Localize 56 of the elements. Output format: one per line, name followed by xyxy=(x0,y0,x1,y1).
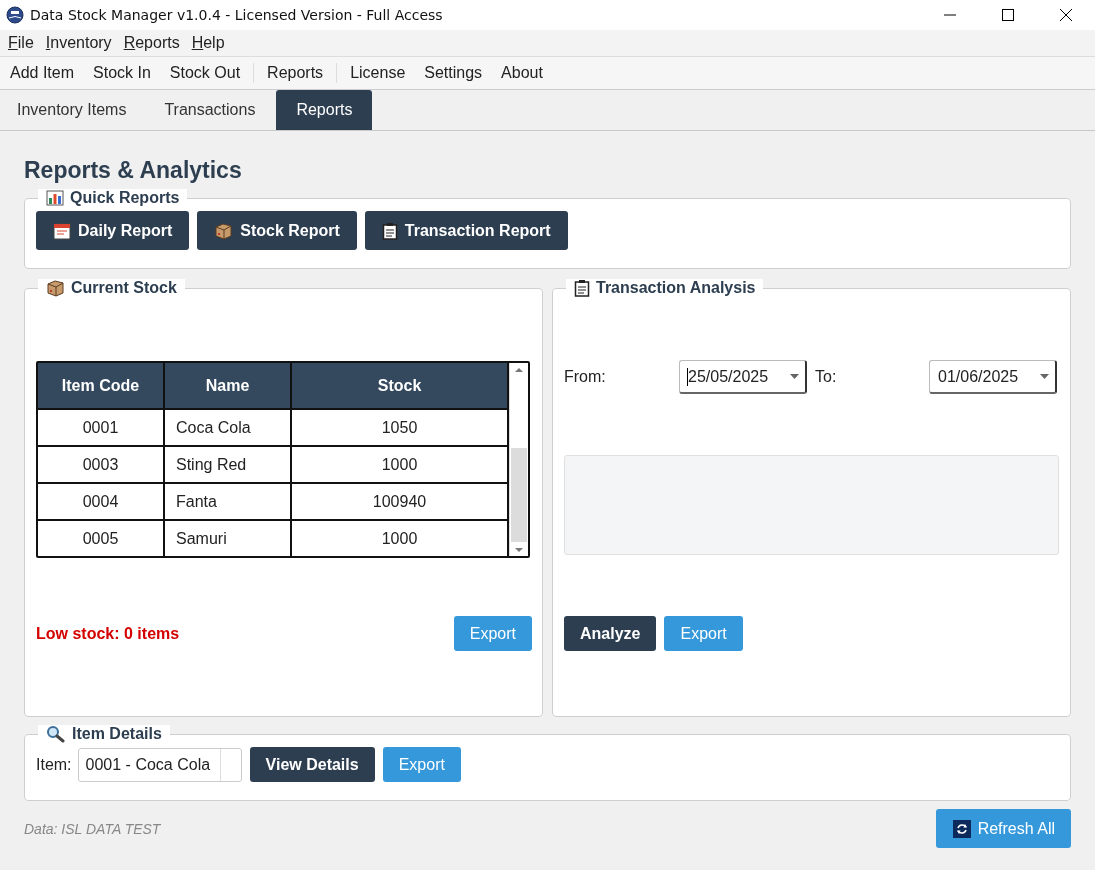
report-button[interactable]: Daily Report xyxy=(36,211,190,250)
table-cell: Coca Cola xyxy=(164,409,291,446)
dropdown-arrow-icon xyxy=(1040,373,1049,380)
menu-item[interactable]: Help xyxy=(191,34,225,52)
item-dropdown[interactable]: 0001 - Coca Cola xyxy=(77,747,242,782)
window-title: Data Stock Manager v1.0.4 - Licensed Version - Full Access xyxy=(30,7,443,23)
group-title: Quick Reports xyxy=(70,189,180,207)
date-picker[interactable]: 25/05/2025 xyxy=(679,360,807,394)
toolbar-item[interactable]: Settings xyxy=(424,64,483,82)
group-title: Current Stock xyxy=(71,279,177,297)
table-cell: Sting Red xyxy=(164,446,291,483)
menu-item[interactable]: Reports xyxy=(123,34,180,52)
dropdown-arrow-icon xyxy=(790,373,799,380)
tab[interactable]: Inventory Items xyxy=(0,90,148,130)
box-icon xyxy=(46,279,65,297)
table-cell: Fanta xyxy=(164,483,291,520)
table-cell: 100940 xyxy=(291,483,508,520)
table-cell: 1000 xyxy=(291,446,508,483)
app-logo-icon xyxy=(6,6,24,24)
toolbar-item[interactable]: Stock In xyxy=(93,64,151,82)
column-header[interactable]: Stock xyxy=(291,363,508,409)
low-stock-text: Low stock: 0 items xyxy=(36,624,180,643)
date-picker[interactable]: 01/06/2025 xyxy=(929,360,1057,394)
refresh-icon xyxy=(952,819,971,838)
group-title: Item Details xyxy=(72,725,162,743)
table-cell: 0003 xyxy=(38,446,164,483)
toolbar-item[interactable]: Stock Out xyxy=(169,64,241,82)
menu-item[interactable]: Inventory xyxy=(45,34,112,52)
view-details-button[interactable]: View Details xyxy=(249,747,375,782)
table-cell: 0001 xyxy=(38,409,164,446)
field-label: To: xyxy=(815,368,838,386)
page-heading: Reports & Analytics xyxy=(24,156,243,185)
report-button[interactable]: Transaction Report xyxy=(364,211,568,250)
clipboard-icon xyxy=(381,221,398,240)
field-label: From: xyxy=(564,368,607,386)
tab[interactable]: Transactions xyxy=(147,90,277,130)
toolbar-item[interactable]: License xyxy=(350,64,406,82)
toolbar-item[interactable]: About xyxy=(501,64,543,82)
column-header[interactable]: Item Code xyxy=(38,363,164,409)
menu-item[interactable]: File xyxy=(8,34,34,52)
search-icon xyxy=(46,725,66,743)
field-label: Item: xyxy=(36,755,72,774)
analyze-button[interactable]: Analyze xyxy=(564,616,657,651)
report-button[interactable]: Stock Report xyxy=(197,211,357,250)
data-source-text: Data: ISL DATA TEST xyxy=(24,820,161,837)
group-title: Transaction Analysis xyxy=(596,279,756,297)
toolbar-item[interactable]: Reports xyxy=(267,64,324,82)
tab[interactable]: Reports xyxy=(276,90,373,130)
maximize-icon xyxy=(1002,9,1014,21)
toolbar-item[interactable]: Add Item xyxy=(10,64,75,82)
close-icon xyxy=(1060,9,1072,21)
table-cell: 0004 xyxy=(38,483,164,520)
box-icon xyxy=(214,221,234,240)
calendar-icon xyxy=(53,221,71,240)
table-cell: 1050 xyxy=(291,409,508,446)
column-header[interactable]: Name xyxy=(164,363,291,409)
